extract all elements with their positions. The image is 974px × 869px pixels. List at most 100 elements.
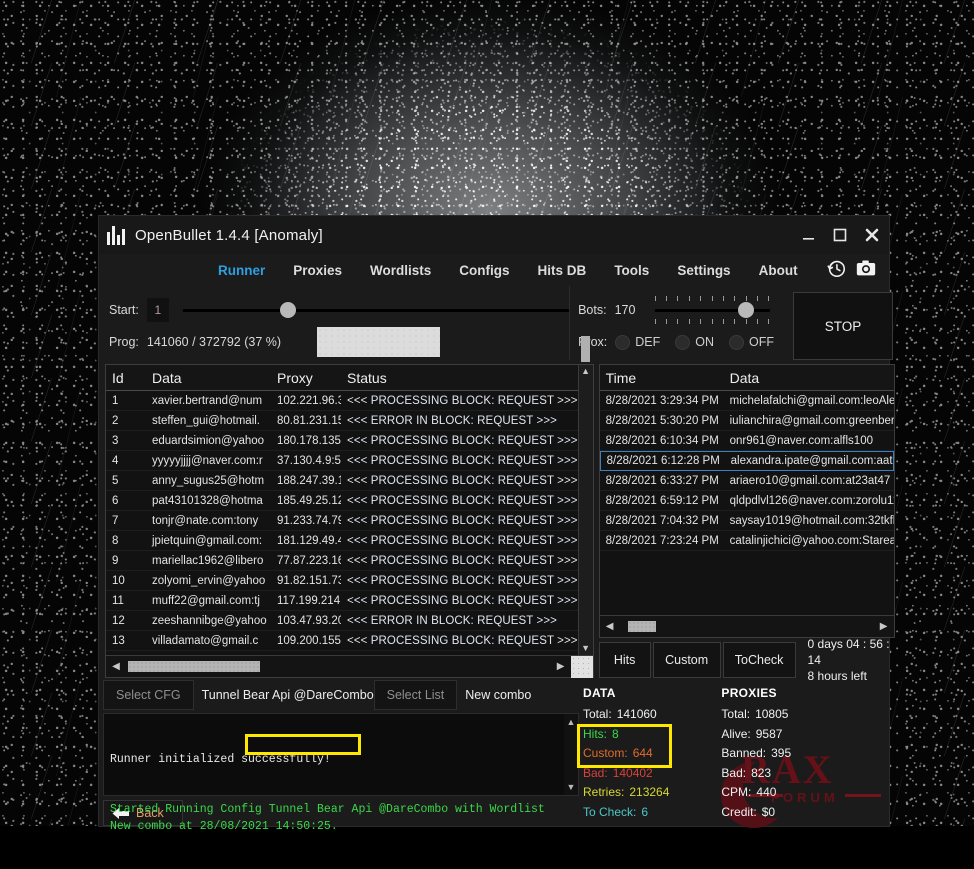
tab-wordlists[interactable]: Wordlists — [356, 263, 445, 278]
minimize-icon[interactable] — [802, 229, 815, 242]
runner-body: Id Data Proxy Status 1xavier.bertrand@nu… — [99, 360, 889, 678]
header-time[interactable]: Time — [600, 370, 724, 386]
hits-grid-rows[interactable]: 8/28/2021 3:29:34 PMmichelafalchi@gmail.… — [600, 391, 894, 615]
radio-dot-def[interactable] — [615, 335, 630, 350]
prox-def-label: DEF — [635, 335, 660, 349]
cell-time: 8/28/2021 5:30:20 PM — [600, 415, 724, 427]
selected-list-value: New combo — [457, 680, 539, 710]
select-cfg-button[interactable]: Select CFG — [103, 680, 194, 710]
log-scroll-up-icon[interactable]: ▲ — [567, 717, 576, 727]
table-row[interactable]: 7tonjr@nate.com:tony91.233.74.79:<<< PRO… — [106, 511, 578, 531]
hits-hscroll-thumb[interactable] — [628, 621, 656, 632]
prox-radio-on[interactable]: ON — [675, 335, 723, 350]
table-row[interactable]: 6pat43101328@hotma185.49.25.12<<< PROCES… — [106, 491, 578, 511]
hits-hscroll-track[interactable] — [620, 621, 874, 632]
cell-data: jpietquin@gmail.com: — [146, 535, 271, 547]
scroll-down-icon[interactable]: ▼ — [581, 644, 590, 653]
proxies-stat-key: CPM: — [721, 783, 751, 802]
hit-row[interactable]: 8/28/2021 5:30:20 PMiulianchira@gmail.co… — [600, 411, 894, 431]
hit-row[interactable]: 8/28/2021 7:04:32 PMsaysay1019@hotmail.c… — [600, 511, 894, 531]
history-clock-icon[interactable] — [825, 257, 847, 284]
hit-row[interactable]: 8/28/2021 6:12:28 PMalexandra.ipate@gmai… — [600, 451, 894, 471]
camera-icon[interactable] — [855, 257, 877, 284]
table-row[interactable]: 12zeeshannibge@yahoo103.47.93.20:<<< ERR… — [106, 611, 578, 631]
cell-data: tonjr@nate.com:tony — [146, 515, 271, 527]
main-grid-hscroll-thumb[interactable] — [128, 661, 260, 672]
tab-tocheck[interactable]: ToCheck — [723, 642, 796, 678]
hit-row[interactable]: 8/28/2021 6:33:27 PMariaero10@gmail.com:… — [600, 471, 894, 491]
start-row: Start: 1 — [109, 294, 569, 326]
radio-dot-off[interactable] — [729, 335, 744, 350]
cell-status: <<< PROCESSING BLOCK: REQUEST >>> — [341, 435, 578, 447]
hit-row[interactable]: 8/28/2021 6:59:12 PMqldpdlvl126@naver.co… — [600, 491, 894, 511]
grid-resize-corner[interactable] — [571, 656, 593, 678]
table-row[interactable]: 10zolyomi_ervin@yahoo91.82.151.73:<<< PR… — [106, 571, 578, 591]
hit-row[interactable]: 8/28/2021 3:29:34 PMmichelafalchi@gmail.… — [600, 391, 894, 411]
main-grid-hscrollbar[interactable]: ◀ ▶ — [106, 655, 593, 677]
start-slider[interactable] — [183, 300, 569, 320]
scroll-up-icon[interactable]: ▲ — [581, 367, 590, 376]
tab-settings[interactable]: Settings — [663, 263, 744, 278]
table-row[interactable]: 13villadamato@gmail.c109.200.155.<<< PRO… — [106, 631, 578, 651]
header-status[interactable]: Status — [341, 370, 578, 386]
stop-button[interactable]: STOP — [793, 292, 893, 360]
table-row[interactable]: 1xavier.bertrand@num102.221.96.3:<<< PRO… — [106, 391, 578, 411]
table-row[interactable]: 4yyyyyjjjj@naver.com:r37.130.4.9:56<<< P… — [106, 451, 578, 471]
close-icon[interactable] — [865, 228, 879, 242]
hit-row[interactable]: 8/28/2021 7:23:24 PMcatalinjichici@yahoo… — [600, 531, 894, 551]
cell-hit-data: onr961@naver.com:alfls100 — [724, 435, 894, 447]
cell-status: <<< PROCESSING BLOCK: REQUEST >>> — [341, 515, 578, 527]
hits-grid-hscrollbar[interactable]: ◀ ▶ — [600, 615, 894, 637]
prox-radio-off[interactable]: OFF — [729, 335, 783, 350]
bots-slider-thumb[interactable] — [738, 302, 754, 318]
start-input[interactable]: 1 — [147, 298, 169, 322]
stats-columns: DATA Total:141060Hits:8Custom:644Bad:140… — [583, 684, 791, 826]
header-proxy[interactable]: Proxy — [271, 370, 341, 386]
table-row[interactable]: 11muff22@gmail.com:tj117.199.214.<<< PRO… — [106, 591, 578, 611]
main-grid-vscrollbar[interactable]: ▲ ▼ — [578, 365, 593, 655]
table-row[interactable]: 8jpietquin@gmail.com:181.129.49.4:<<< PR… — [106, 531, 578, 551]
cell-id: 4 — [106, 455, 146, 467]
tab-proxies[interactable]: Proxies — [279, 263, 356, 278]
main-grid-hscroll-track[interactable] — [126, 661, 551, 672]
tab-custom[interactable]: Custom — [653, 642, 721, 678]
tab-hits[interactable]: Hits — [599, 642, 651, 678]
cell-data: mariellac1962@libero — [146, 555, 271, 567]
tab-configs[interactable]: Configs — [445, 263, 523, 278]
cell-proxy: 117.199.214. — [271, 595, 341, 607]
tab-runner[interactable]: Runner — [204, 263, 279, 278]
tab-hits-db[interactable]: Hits DB — [524, 263, 601, 278]
hits-scroll-right-icon[interactable]: ▶ — [874, 621, 894, 632]
tab-about[interactable]: About — [745, 263, 812, 278]
maximize-icon[interactable] — [833, 228, 847, 242]
tab-tools[interactable]: Tools — [600, 263, 663, 278]
table-row[interactable]: 14kwon-hyun@nate.com190.0.19.179:<<< ERR… — [106, 651, 578, 655]
table-row[interactable]: 5anny_sugus25@hotm188.247.39.1<<< PROCES… — [106, 471, 578, 491]
proxies-stat-value: 9587 — [756, 725, 783, 744]
cell-proxy: 190.0.19.179: — [271, 655, 341, 656]
start-slider-thumb[interactable] — [280, 302, 296, 318]
prox-radio-def[interactable]: DEF — [615, 335, 669, 350]
log-console[interactable]: Runner initialized successfully! Started… — [103, 713, 579, 796]
table-row[interactable]: 9mariellac1962@libero77.87.223.16:<<< PR… — [106, 551, 578, 571]
bots-slider[interactable] — [655, 300, 770, 320]
select-list-button[interactable]: Select List — [374, 680, 458, 710]
hit-row[interactable]: 8/28/2021 6:10:34 PMonr961@naver.com:alf… — [600, 431, 894, 451]
proxies-stat-key: Bad: — [721, 764, 746, 783]
scroll-left-icon[interactable]: ◀ — [106, 661, 126, 672]
table-row[interactable]: 2steffen_gui@hotmail.80.81.231.15:<<< ER… — [106, 411, 578, 431]
cell-proxy: 109.200.155. — [271, 635, 341, 647]
table-row[interactable]: 3eduardsimion@yahoo180.178.135.<<< PROCE… — [106, 431, 578, 451]
header-id[interactable]: Id — [106, 370, 146, 386]
radio-dot-on[interactable] — [675, 335, 690, 350]
header-hits-data[interactable]: Data — [724, 370, 894, 386]
header-data[interactable]: Data — [146, 370, 271, 386]
main-grid-vscroll-thumb[interactable] — [581, 336, 590, 362]
hits-scroll-left-icon[interactable]: ◀ — [600, 621, 620, 632]
log-scroll-down-icon[interactable]: ▼ — [567, 782, 576, 792]
log-vscrollbar[interactable]: ▲ ▼ — [564, 714, 578, 795]
scroll-right-icon[interactable]: ▶ — [551, 661, 571, 672]
main-grid-rows[interactable]: 1xavier.bertrand@num102.221.96.3:<<< PRO… — [106, 391, 578, 655]
cell-hit-data: michelafalchi@gmail.com:leoAlex1 — [724, 395, 894, 407]
proxies-stat-line: Bad:823 — [721, 764, 791, 783]
